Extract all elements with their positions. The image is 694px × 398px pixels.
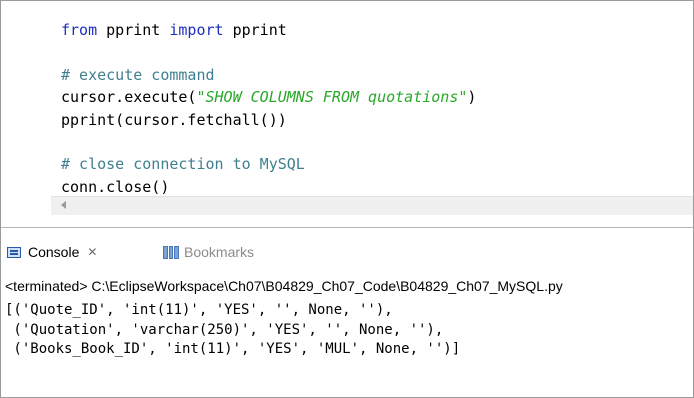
console-status-line: <terminated> C:\EclipseWorkspace\Ch07\B0… — [5, 278, 563, 294]
code-line-5: pprint(cursor.fetchall()) — [61, 110, 287, 129]
code-editor[interactable]: from pprint import pprint # execute comm… — [1, 1, 693, 198]
close-icon[interactable]: ✕ — [87, 245, 97, 259]
code-line-3-comment: # execute command — [61, 65, 215, 84]
keyword-from: from — [61, 21, 98, 39]
tab-bookmarks[interactable]: Bookmarks — [163, 242, 254, 262]
string-literal: "SHOW COLUMNS FROM quotations" — [196, 88, 468, 107]
console-output[interactable]: [('Quote_ID', 'int(11)', 'YES', '', None… — [5, 301, 460, 360]
chevron-left-icon[interactable] — [61, 201, 66, 209]
code-line-7-comment: # close connection to MySQL — [61, 155, 305, 174]
keyword-import: import — [169, 21, 224, 39]
code-text: cursor.execute( — [61, 88, 197, 107]
output-line: [('Quote_ID', 'int(11)', 'YES', '', None… — [5, 302, 393, 318]
tab-console[interactable]: Console ✕ — [7, 242, 97, 262]
code-block: from pprint import pprint # execute comm… — [61, 19, 476, 198]
bookmarks-icon — [163, 245, 180, 259]
tab-console-label: Console — [28, 244, 80, 260]
tab-bookmarks-label: Bookmarks — [184, 244, 255, 260]
horizontal-scrollbar[interactable] — [51, 196, 693, 215]
output-line: ('Quotation', 'varchar(250)', 'YES', '',… — [5, 321, 444, 338]
code-line-4: cursor.execute("SHOW COLUMNS FROM quotat… — [61, 86, 476, 108]
console-icon — [7, 246, 21, 258]
code-text: pprint — [97, 21, 170, 39]
code-line-1: from pprint import pprint — [61, 19, 476, 41]
code-line-8: conn.close() — [61, 177, 170, 196]
output-line: ('Books_Book_ID', 'int(11)', 'YES', 'MUL… — [5, 341, 461, 357]
code-text: pprint — [223, 21, 287, 39]
view-tab-bar: Console ✕ Bookmarks — [1, 228, 693, 268]
ide-window: from pprint import pprint # execute comm… — [0, 0, 694, 398]
code-text: ) — [467, 88, 477, 107]
